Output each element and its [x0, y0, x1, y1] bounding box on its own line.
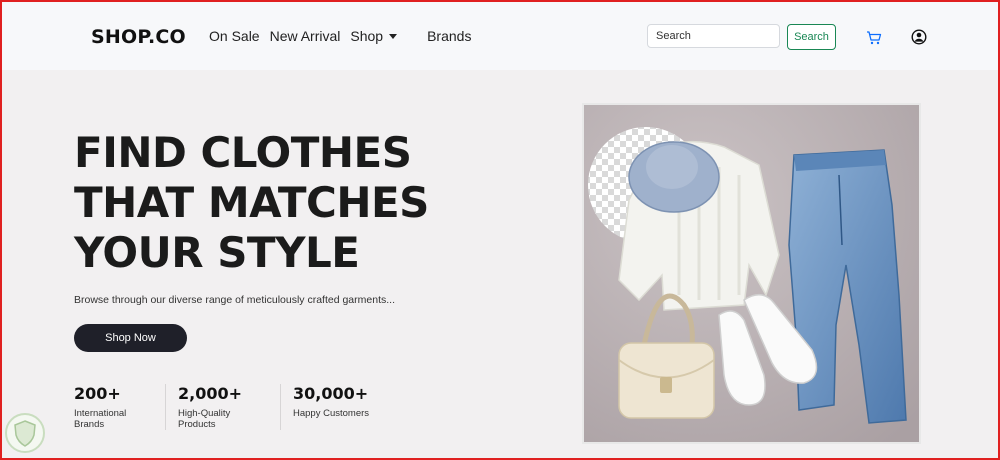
nav-dropdown-shop[interactable]: Shop: [350, 28, 407, 44]
hero-subtext: Browse through our diverse range of meti…: [74, 294, 395, 306]
nav-link-shop-label: Shop: [350, 28, 384, 44]
stat-label: High-Quality Products: [178, 408, 231, 430]
shield-icon: [5, 413, 45, 453]
stat-label: Happy Customers: [293, 408, 370, 419]
stat-value: 2,000+: [178, 384, 243, 403]
nav-link-on-sale[interactable]: On Sale: [209, 28, 260, 44]
headline-line: YOUR STYLE: [74, 228, 360, 277]
brand-logo[interactable]: SHOP.CO: [91, 26, 186, 48]
search-button[interactable]: Search: [787, 24, 836, 50]
hero-headline: FIND CLOTHES THAT MATCHES YOUR STYLE: [74, 128, 429, 278]
cart-icon[interactable]: [866, 30, 882, 46]
stat-label: International Brands: [74, 408, 127, 430]
stats-row: 200+ International Brands 2,000+ High-Qu…: [74, 384, 407, 430]
navbar: SHOP.CO On Sale New Arrival Shop Brands …: [2, 2, 998, 70]
shop-now-button[interactable]: Shop Now: [74, 324, 187, 352]
stat-item: 2,000+ High-Quality Products: [178, 384, 281, 430]
nav-link-new-arrival[interactable]: New Arrival: [270, 28, 341, 44]
chevron-down-icon: [389, 33, 398, 39]
nav-links: On Sale New Arrival Shop Brands: [209, 28, 481, 44]
hero-section: FIND CLOTHES THAT MATCHES YOUR STYLE Bro…: [2, 70, 998, 458]
hero-product-image: [582, 103, 921, 444]
stat-item: 30,000+ Happy Customers: [293, 384, 395, 430]
stat-item: 200+ International Brands: [74, 384, 166, 430]
outfit-illustration: [584, 105, 919, 442]
headline-line: FIND CLOTHES: [74, 128, 412, 177]
nav-link-brands[interactable]: Brands: [427, 28, 471, 44]
hat-graphic: [628, 141, 720, 213]
stat-value: 30,000+: [293, 384, 369, 403]
search-input[interactable]: [647, 24, 780, 48]
headline-line: THAT MATCHES: [74, 178, 429, 227]
user-icon[interactable]: [911, 29, 927, 45]
stat-value: 200+: [74, 384, 121, 403]
